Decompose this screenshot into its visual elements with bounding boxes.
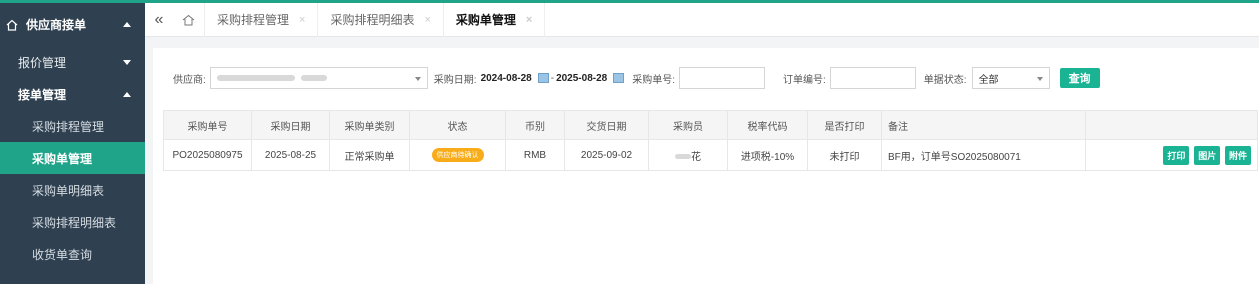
sidebar-group-order-receiving[interactable]: 接单管理 xyxy=(0,78,145,110)
attachment-button[interactable]: 附件 xyxy=(1224,145,1251,165)
purchase-date-label: 采购日期: xyxy=(433,74,477,86)
close-icon[interactable]: × xyxy=(424,14,430,26)
document-status-value: 全部 xyxy=(978,74,999,86)
supplier-select[interactable] xyxy=(209,67,428,89)
date-to-value: 2025-08-28 xyxy=(556,72,608,84)
sidebar-item-purchase-order[interactable]: 采购单管理 xyxy=(0,142,145,174)
table-row[interactable]: PO2025080975 2025-08-25 正常采购单 供应商待确认 RMB… xyxy=(163,139,1258,171)
caret-up-icon xyxy=(123,91,131,97)
cell-buyer: 花 xyxy=(648,139,728,171)
double-left-chevron-icon[interactable]: « xyxy=(145,11,173,29)
tab-purchase-order[interactable]: 采购单管理 × xyxy=(444,2,546,37)
supplier-label: 供应商: xyxy=(173,74,206,86)
tab-label: 采购排程管理 xyxy=(217,13,290,27)
cell-po-date: 2025-08-25 xyxy=(251,139,330,171)
sidebar-item-purchase-order-detail[interactable]: 采购单明细表 xyxy=(0,174,145,206)
tab-label: 采购排程明细表 xyxy=(330,13,415,27)
cell-printed: 未打印 xyxy=(807,139,882,171)
order-number-input[interactable] xyxy=(829,67,916,89)
home-icon xyxy=(182,14,195,25)
redacted-text xyxy=(675,154,691,160)
column-header[interactable]: 采购日期 xyxy=(251,110,330,140)
column-header xyxy=(1085,110,1258,140)
column-header[interactable]: 币别 xyxy=(505,110,565,140)
calendar-icon[interactable] xyxy=(613,73,625,83)
tab-home[interactable] xyxy=(173,2,205,37)
image-button[interactable]: 图片 xyxy=(1194,145,1221,165)
chevron-down-icon xyxy=(414,77,421,81)
date-separator: - xyxy=(550,72,555,84)
filter-bar: 供应商: 采购日期: 2024-08-28 - 2025-08-28 采购单号:… xyxy=(153,66,1259,90)
purchase-order-table: 采购单号 采购日期 采购单类别 状态 币别 交货日期 采购员 税率代码 是否打印… xyxy=(163,110,1258,171)
po-number-label: 采购单号: xyxy=(632,74,675,86)
sidebar: 供应商接单 报价管理 接单管理 采购排程管理 采购单管理 采购单明细表 采购排程… xyxy=(0,3,145,284)
cell-delivery-date: 2025-09-02 xyxy=(564,139,649,171)
tab-bar: « 采购排程管理 × 采购排程明细表 × 采购单管理 × xyxy=(145,2,1259,37)
main-content: 供应商: 采购日期: 2024-08-28 - 2025-08-28 采购单号:… xyxy=(145,38,1259,284)
cell-po-number: PO2025080975 xyxy=(163,139,252,171)
sidebar-item-purchase-schedule[interactable]: 采购排程管理 xyxy=(0,110,145,142)
redacted-text xyxy=(300,75,327,81)
sidebar-group-label: 接单管理 xyxy=(18,87,67,102)
close-icon[interactable]: × xyxy=(299,14,305,26)
date-to-field[interactable]: 2025-08-28 xyxy=(556,67,625,89)
po-number-input[interactable] xyxy=(679,67,765,89)
caret-up-icon xyxy=(123,22,131,27)
cell-status: 供应商待确认 xyxy=(409,139,506,171)
column-header[interactable]: 备注 xyxy=(881,110,1086,140)
redacted-text xyxy=(216,75,295,81)
cell-category: 正常采购单 xyxy=(329,139,410,171)
column-header[interactable]: 采购单类别 xyxy=(329,110,410,140)
column-header[interactable]: 采购员 xyxy=(648,110,728,140)
column-header[interactable]: 交货日期 xyxy=(564,110,649,140)
buyer-name: 花 xyxy=(691,151,701,163)
sidebar-header[interactable]: 供应商接单 xyxy=(0,3,145,46)
tab-schedule-detail[interactable]: 采购排程明细表 × xyxy=(318,2,444,37)
sidebar-item-receipt-query[interactable]: 收货单查询 xyxy=(0,238,145,270)
table-header-row: 采购单号 采购日期 采购单类别 状态 币别 交货日期 采购员 税率代码 是否打印… xyxy=(163,110,1258,140)
cell-tax-code: 进项税-10% xyxy=(727,139,808,171)
document-status-label: 单据状态: xyxy=(923,74,967,86)
tab-purchase-schedule[interactable]: 采购排程管理 × xyxy=(205,2,319,37)
cell-currency: RMB xyxy=(505,139,565,171)
close-icon[interactable]: × xyxy=(526,14,532,26)
content-panel: 供应商: 采购日期: 2024-08-28 - 2025-08-28 采购单号:… xyxy=(153,48,1259,284)
sidebar-header-label: 供应商接单 xyxy=(26,18,87,32)
date-from-value: 2024-08-28 xyxy=(480,72,532,84)
calendar-icon[interactable] xyxy=(537,73,549,83)
chevron-down-icon xyxy=(1036,77,1043,81)
home-icon xyxy=(6,19,18,31)
cell-remark: BF用，订单号SO2025080071 xyxy=(881,139,1086,171)
order-number-label: 订单编号: xyxy=(783,74,826,86)
cell-actions: 打印 图片 附件 xyxy=(1085,139,1258,171)
search-button[interactable]: 查询 xyxy=(1059,68,1100,88)
column-header[interactable]: 税率代码 xyxy=(727,110,808,140)
print-button[interactable]: 打印 xyxy=(1163,145,1190,165)
date-from-field[interactable]: 2024-08-28 xyxy=(481,67,549,89)
sidebar-group-quotation[interactable]: 报价管理 xyxy=(0,46,145,78)
document-status-select[interactable]: 全部 xyxy=(971,67,1050,89)
sidebar-item-schedule-detail[interactable]: 采购排程明细表 xyxy=(0,206,145,238)
tab-label: 采购单管理 xyxy=(455,13,516,27)
sidebar-group-label: 报价管理 xyxy=(18,55,67,70)
status-badge: 供应商待确认 xyxy=(431,148,484,162)
column-header[interactable]: 采购单号 xyxy=(163,110,252,140)
column-header[interactable]: 是否打印 xyxy=(807,110,882,140)
column-header[interactable]: 状态 xyxy=(409,110,506,140)
caret-down-icon xyxy=(123,59,131,65)
